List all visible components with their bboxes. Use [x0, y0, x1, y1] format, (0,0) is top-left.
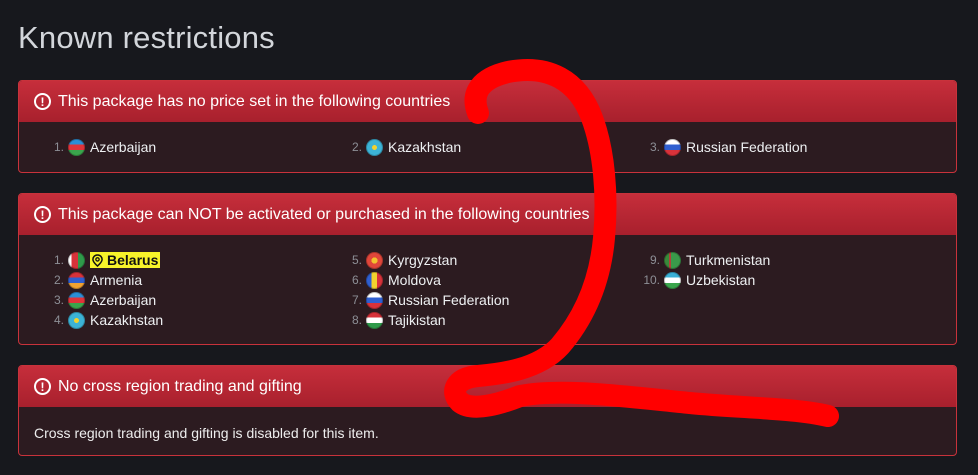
country-flag-icon [366, 291, 383, 309]
country-column: 3. Russian Federation [630, 137, 928, 157]
page-title: Known restrictions [18, 20, 275, 55]
country-column: 2. Kazakhstan [332, 137, 630, 157]
list-number: 10. [643, 273, 660, 287]
country-list-item: 9. Turkmenistan [630, 250, 928, 270]
no-price-panel: ! This package has no price set in the f… [18, 80, 957, 173]
trading-panel-title: No cross region trading and gifting [58, 377, 302, 395]
list-number: 3. [649, 140, 660, 154]
blocked-panel-title: This package can NOT be activated or pur… [58, 205, 590, 223]
country-name: Azerbaijan [90, 139, 157, 155]
trading-panel-header: ! No cross region trading and gifting [19, 366, 956, 407]
country-list-item: 2. Kazakhstan [332, 137, 630, 157]
exclamation-circle-icon: ! [34, 206, 51, 223]
country-name: Kazakhstan [388, 139, 462, 155]
blocked-panel: ! This package can NOT be activated or p… [18, 193, 957, 345]
country-flag-icon [366, 251, 383, 269]
country-name: Armenia [90, 272, 143, 288]
blocked-country-list: 1. Belarus 2. Armenia 3. Azerbaijan 4. Kazakhst… [19, 235, 956, 330]
country-flag-icon [68, 311, 85, 329]
exclamation-circle-icon: ! [34, 378, 51, 395]
country-flag-icon [366, 138, 383, 156]
no-price-panel-header: ! This package has no price set in the f… [19, 81, 956, 122]
country-list-item: 3. Azerbaijan [34, 290, 332, 310]
list-number: 1. [53, 140, 64, 154]
country-list-item: 5. Kyrgyzstan [332, 250, 630, 270]
list-number: 4. [53, 313, 64, 327]
country-list-item: 2. Armenia [34, 270, 332, 290]
exclamation-circle-icon: ! [34, 93, 51, 110]
country-flag-icon [366, 311, 383, 329]
country-column: 9. Turkmenistan 10. Uzbekistan [630, 250, 928, 330]
country-flag-icon [366, 271, 383, 289]
country-flag-icon [68, 138, 85, 156]
country-flag-icon [664, 251, 681, 269]
country-list-item: 4. Kazakhstan [34, 310, 332, 330]
country-list-item: 1. Azerbaijan [34, 137, 332, 157]
blocked-panel-header: ! This package can NOT be activated or p… [19, 194, 956, 235]
country-column: 1. Belarus 2. Armenia 3. Azerbaijan 4. Kazakhst… [34, 250, 332, 330]
country-name: Belarus [90, 252, 161, 268]
no-price-country-list: 1. Azerbaijan 2. Kazakhstan 3. Russian Fede… [19, 122, 956, 157]
country-name: Uzbekistan [686, 272, 756, 288]
list-number: 1. [53, 253, 64, 267]
country-list-item: 6. Moldova [332, 270, 630, 290]
country-list-item: 7. Russian Federation [332, 290, 630, 310]
country-name: Turkmenistan [686, 252, 771, 268]
country-list-item: 8. Tajikistan [332, 310, 630, 330]
country-list-item: 1. Belarus [34, 250, 332, 270]
country-flag-icon [68, 271, 85, 289]
no-price-panel-title: This package has no price set in the fol… [58, 92, 451, 110]
location-pin-icon [92, 253, 103, 267]
country-name: Russian Federation [388, 292, 510, 308]
list-number: 2. [53, 273, 64, 287]
country-name: Azerbaijan [90, 292, 157, 308]
country-flag-icon [664, 138, 681, 156]
country-name: Kyrgyzstan [388, 252, 458, 268]
country-name: Russian Federation [686, 139, 808, 155]
country-flag-icon [68, 291, 85, 309]
country-flag-icon [664, 271, 681, 289]
list-number: 5. [351, 253, 362, 267]
list-number: 9. [649, 253, 660, 267]
country-name: Kazakhstan [90, 312, 164, 328]
country-list-item: 10. Uzbekistan [630, 270, 928, 290]
country-flag-icon [68, 251, 85, 269]
country-column: 5. Kyrgyzstan 6. Moldova 7. Russian Federatio… [332, 250, 630, 330]
list-number: 6. [351, 273, 362, 287]
country-name-text: Belarus [107, 252, 159, 268]
trading-panel: ! No cross region trading and gifting Cr… [18, 365, 957, 456]
country-column: 1. Azerbaijan [34, 137, 332, 157]
list-number: 8. [351, 313, 362, 327]
trading-panel-text: Cross region trading and gifting is disa… [34, 425, 379, 441]
country-name: Moldova [388, 272, 441, 288]
country-name: Tajikistan [388, 312, 446, 328]
list-number: 7. [351, 293, 362, 307]
list-number: 3. [53, 293, 64, 307]
list-number: 2. [351, 140, 362, 154]
country-list-item: 3. Russian Federation [630, 137, 928, 157]
